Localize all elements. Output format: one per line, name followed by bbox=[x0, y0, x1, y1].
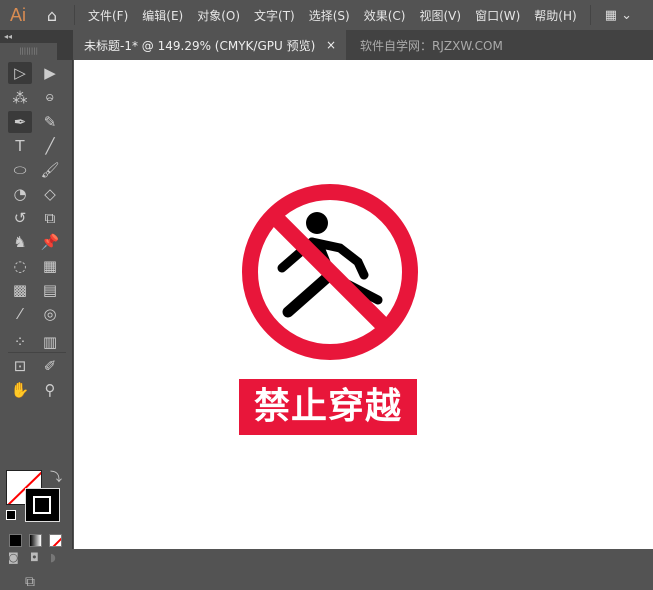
workspace-switcher-icon[interactable]: ▦ ⌄ bbox=[605, 8, 632, 23]
sign-label: 禁止穿越 bbox=[239, 379, 417, 435]
pen-tool-icon[interactable]: ✒ bbox=[8, 111, 32, 133]
menu-item[interactable]: 文字(T) bbox=[247, 7, 302, 24]
document-tab-bar: 未标题-1* @ 149.29% (CMYK/GPU 预览) × 软件自学网：R… bbox=[74, 30, 653, 60]
menu-item[interactable]: 效果(C) bbox=[357, 7, 413, 24]
menu-item[interactable]: 视图(V) bbox=[412, 7, 468, 24]
eraser-tool-icon[interactable]: ◇ bbox=[38, 183, 62, 205]
screen-mode-icon[interactable]: ⧉ bbox=[25, 574, 35, 590]
document-tab[interactable]: 未标题-1* @ 149.29% (CMYK/GPU 预览) × bbox=[74, 30, 346, 60]
swap-colors-icon[interactable]: ⤵ bbox=[50, 468, 62, 485]
tools-panel: ▷ ▶ ⁂ ဓ ✒ ✎ T ╱ ⬭ 🖌 ◔ ◇ ↺ ⧉ ♞ 📌 ◌ ▦ ▩ ▤ ⁄ ◎ ⁘ ▥ ⊡ ✐ ✋ ⚲ ⤵ ◙ ◘ ◗ ⧉ bbox=[0, 60, 73, 590]
rotate-tool-icon[interactable]: ↺ bbox=[8, 207, 32, 229]
gradient-mode-button[interactable] bbox=[29, 534, 42, 547]
selection-tool-icon[interactable]: ▷ bbox=[8, 62, 32, 84]
stroke-swatch[interactable] bbox=[25, 488, 60, 522]
draw-behind-icon[interactable]: ◘ bbox=[30, 551, 39, 564]
warp-tool-icon[interactable]: ♞ bbox=[8, 231, 32, 253]
scale-tool-icon[interactable]: ⧉ bbox=[38, 207, 62, 229]
artboard-tool-icon[interactable]: ⊡ bbox=[8, 355, 32, 377]
type-tool-icon[interactable]: T bbox=[8, 135, 32, 157]
shape-builder-tool-icon[interactable]: ◌ bbox=[8, 255, 32, 277]
menu-item[interactable]: 选择(S) bbox=[302, 7, 357, 24]
draw-normal-icon[interactable]: ◙ bbox=[8, 551, 19, 564]
ellipse-tool-icon[interactable]: ⬭ bbox=[8, 159, 32, 181]
document-tab-title: 未标题-1* @ 149.29% (CMYK/GPU 预览) bbox=[84, 38, 316, 53]
puppet-warp-tool-icon[interactable]: 📌 bbox=[38, 231, 62, 253]
lasso-tool-icon[interactable]: ဓ bbox=[38, 87, 62, 109]
menu-item[interactable]: 帮助(H) bbox=[527, 7, 583, 24]
direct-selection-tool-icon[interactable]: ▶ bbox=[38, 62, 62, 84]
shaper-tool-icon[interactable]: ◔ bbox=[8, 183, 32, 205]
zoom-tool-icon[interactable]: ⚲ bbox=[38, 379, 62, 401]
watermark-text: 软件自学网：RJZXW.COM bbox=[360, 38, 503, 53]
divider bbox=[589, 5, 591, 25]
mesh-tool-icon[interactable]: ▩ bbox=[8, 279, 32, 301]
divider bbox=[74, 5, 75, 25]
magic-wand-tool-icon[interactable]: ⁂ bbox=[8, 87, 32, 109]
paintbrush-tool-icon[interactable]: 🖌 bbox=[38, 159, 62, 181]
menu-item[interactable]: 窗口(W) bbox=[468, 7, 527, 24]
none-mode-button[interactable] bbox=[49, 534, 62, 547]
draw-inside-icon[interactable]: ◗ bbox=[50, 551, 56, 564]
close-icon[interactable]: × bbox=[326, 38, 336, 52]
gradient-tool-icon[interactable]: ▤ bbox=[38, 279, 62, 301]
menu-item[interactable]: 对象(O) bbox=[190, 7, 247, 24]
artboard-canvas[interactable]: 禁止穿越 bbox=[74, 60, 653, 549]
menu-item[interactable]: 文件(F) bbox=[81, 7, 135, 24]
collapse-icon[interactable]: ◂◂ bbox=[4, 32, 12, 41]
hand-tool-icon[interactable]: ✋ bbox=[8, 379, 32, 401]
divider bbox=[8, 352, 66, 353]
menu-bar: Ai ⌂ 文件(F) 编辑(E) 对象(O) 文字(T) 选择(S) 效果(C) 视图(V)… bbox=[0, 0, 653, 30]
curvature-tool-icon[interactable]: ✎ bbox=[38, 111, 62, 133]
blend-tool-icon[interactable]: ◎ bbox=[38, 303, 62, 325]
perspective-grid-tool-icon[interactable]: ▦ bbox=[38, 255, 62, 277]
eyedropper-tool-icon[interactable]: ⁄ bbox=[8, 303, 32, 325]
app-logo: Ai bbox=[9, 4, 26, 25]
slice-tool-icon[interactable]: ✐ bbox=[38, 355, 62, 377]
drag-handle[interactable]: |||||||| bbox=[0, 43, 57, 60]
column-graph-tool-icon[interactable]: ▥ bbox=[38, 331, 62, 353]
menu-item[interactable]: 编辑(E) bbox=[135, 7, 190, 24]
prohibition-sign bbox=[242, 184, 418, 360]
toolbar-header: ◂◂ |||||||| bbox=[0, 30, 73, 60]
color-mode-button[interactable] bbox=[9, 534, 22, 547]
home-icon[interactable]: ⌂ bbox=[36, 6, 68, 25]
line-tool-icon[interactable]: ╱ bbox=[38, 135, 62, 157]
default-colors-icon[interactable] bbox=[6, 510, 16, 520]
symbol-sprayer-tool-icon[interactable]: ⁘ bbox=[8, 331, 32, 353]
